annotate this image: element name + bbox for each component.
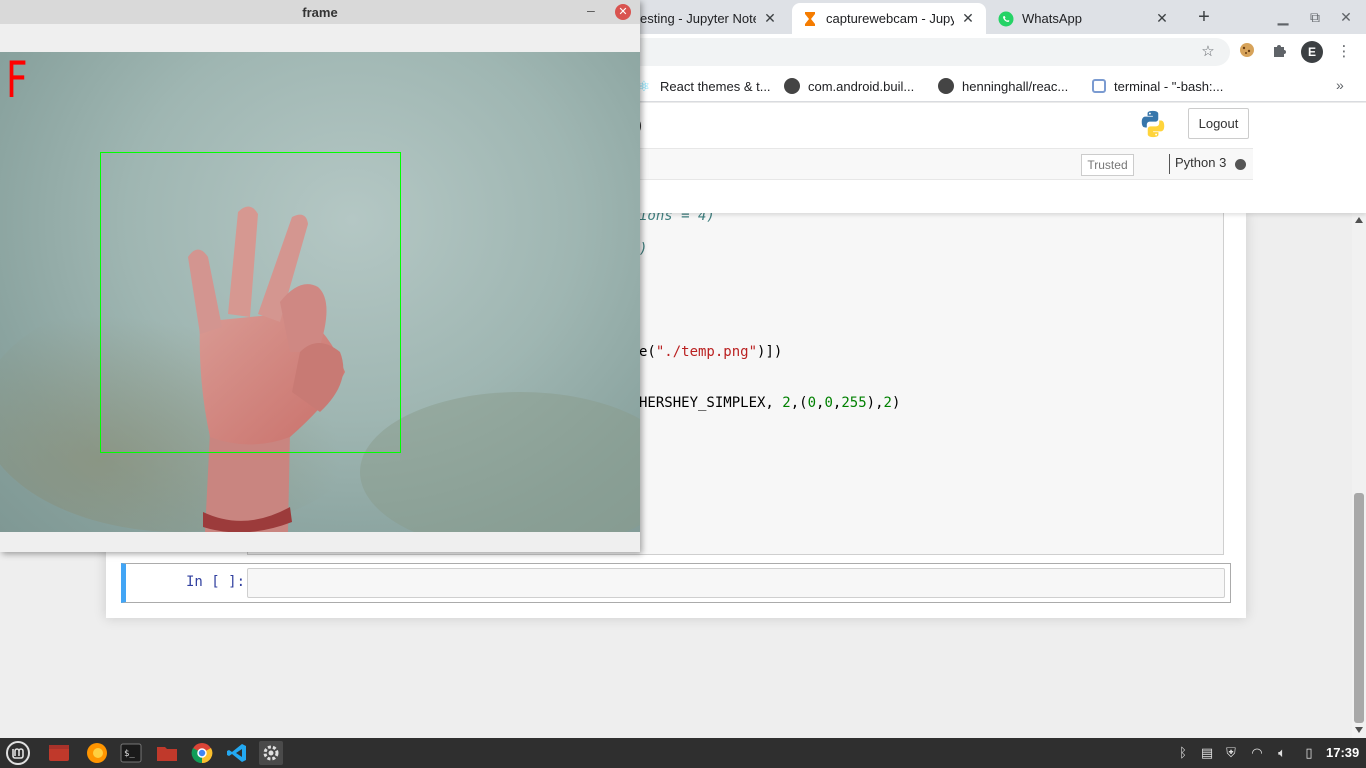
code-number: 0 — [824, 395, 833, 411]
tab-testing-jupyter[interactable]: esting - Jupyter Notel ✕ — [630, 3, 788, 34]
bookmark-com-android[interactable]: com.android.buil... — [784, 77, 914, 95]
code-token: HERSHEY_SIMPLEX, — [639, 395, 783, 411]
extensions-puzzle-icon[interactable] — [1270, 42, 1290, 62]
python-logo-icon — [1141, 110, 1165, 138]
bookmark-label: terminal - "-bash:... — [1114, 78, 1224, 94]
code-number: 2 — [782, 395, 791, 411]
chrome-icon[interactable] — [190, 741, 214, 765]
tab-capturewebcam[interactable]: capturewebcam - Jupy ✕ — [792, 3, 986, 34]
tab-label: esting - Jupyter Notel — [640, 11, 756, 26]
code-token: ) — [891, 395, 901, 411]
cell-editor[interactable] — [247, 568, 1225, 598]
cv-close-icon[interactable]: ✕ — [615, 4, 631, 20]
tab-label: WhatsApp — [1022, 11, 1082, 26]
bookmark-label: com.android.buil... — [808, 78, 915, 94]
bookmark-terminal[interactable]: terminal - "-bash:... — [1092, 77, 1223, 95]
scroll-up-icon[interactable] — [1355, 217, 1363, 223]
new-tab-button[interactable]: + — [1193, 6, 1215, 28]
bookmark-react-themes[interactable]: ⚛ React themes & t... — [636, 77, 771, 95]
page-scrollbar[interactable] — [1352, 213, 1366, 738]
bookmark-star-icon[interactable]: ☆ — [1198, 42, 1218, 62]
code-line: ) — [639, 241, 648, 257]
roi-bounding-box — [100, 152, 401, 453]
code-token: ,( — [790, 395, 808, 411]
code-line: e("./temp.png")]) — [639, 344, 782, 360]
code-string: "./temp.png" — [655, 344, 758, 360]
code-number: 255 — [841, 395, 867, 411]
clock[interactable]: 17:39 — [1326, 745, 1359, 760]
code-number: 2 — [883, 395, 892, 411]
terminal-icon — [1092, 79, 1106, 93]
code-token: ), — [866, 395, 884, 411]
github-icon — [938, 78, 954, 94]
hourglass-icon — [805, 11, 815, 26]
bookmarks-overflow-icon[interactable]: » — [1336, 77, 1344, 93]
prediction-letter: F — [6, 52, 28, 109]
cv-statusbar — [0, 532, 640, 552]
cookie-extension-icon[interactable] — [1237, 42, 1257, 62]
window-close-icon[interactable]: ✕ — [1336, 7, 1356, 27]
clipboard-icon[interactable]: ▤ — [1198, 744, 1216, 762]
tab-whatsapp[interactable]: WhatsApp ✕ — [988, 3, 1180, 34]
bookmark-label: henninghall/reac... — [962, 78, 1069, 94]
cv-toolbar — [0, 24, 640, 52]
github-icon — [784, 78, 800, 94]
new-code-cell[interactable]: In [ ]: — [121, 563, 1231, 603]
shield-icon[interactable]: ⛨ — [1222, 744, 1240, 762]
webcam-frame: F — [0, 52, 640, 532]
taskbar: $_ ᛒ ▤ ⛨ ◠ 🔈︎ ▯ 17:39 — [0, 738, 1366, 768]
wifi-icon[interactable]: ◠ — [1248, 744, 1266, 762]
cv-window-title: frame — [302, 5, 338, 20]
whatsapp-icon — [998, 11, 1014, 26]
address-bar[interactable] — [600, 38, 1230, 66]
show-desktop-icon[interactable] — [47, 741, 71, 765]
tab-close-icon[interactable]: ✕ — [960, 10, 976, 27]
settings-icon[interactable] — [259, 741, 283, 765]
volume-icon[interactable]: 🔈︎ — [1273, 744, 1291, 762]
scroll-thumb[interactable] — [1354, 493, 1364, 723]
logout-button[interactable]: Logout — [1188, 108, 1249, 139]
vscode-icon[interactable] — [225, 741, 249, 765]
trusted-indicator[interactable]: Trusted — [1081, 154, 1134, 176]
chrome-menu-icon[interactable]: ⋮ — [1334, 42, 1354, 62]
code-number: 0 — [807, 395, 817, 411]
window-minimize-icon[interactable]: ▁ — [1273, 7, 1293, 27]
scroll-down-icon[interactable] — [1355, 727, 1363, 733]
tab-close-icon[interactable]: ✕ — [762, 10, 778, 27]
code-line: HERSHEY_SIMPLEX, 2,(0,0,255),2) — [639, 395, 900, 411]
terminal-icon[interactable]: $_ — [119, 741, 143, 765]
files-icon[interactable] — [155, 741, 179, 765]
kernel-separator — [1169, 154, 1170, 174]
mint-menu-icon[interactable] — [6, 741, 30, 765]
bookmark-label: React themes & t... — [660, 78, 771, 94]
window-restore-icon[interactable]: ⧉ — [1305, 7, 1325, 27]
code-token: )]) — [757, 344, 783, 360]
kernel-name: Python 3 — [1175, 155, 1227, 170]
cv-minimize-icon[interactable]: – — [587, 2, 595, 18]
firefox-icon[interactable] — [85, 741, 109, 765]
tab-close-icon[interactable]: ✕ — [1154, 10, 1170, 27]
kernel-status-icon — [1235, 159, 1246, 170]
profile-avatar[interactable]: E — [1301, 41, 1323, 63]
cell-prompt: In [ ]: — [186, 574, 246, 590]
svg-text:$_: $_ — [124, 749, 135, 759]
cv-titlebar[interactable]: frame – ✕ — [0, 0, 640, 24]
code-token: e( — [639, 344, 656, 360]
tab-label: capturewebcam - Jupy — [826, 11, 954, 26]
bluetooth-icon[interactable]: ᛒ — [1174, 744, 1192, 762]
battery-icon[interactable]: ▯ — [1300, 744, 1318, 762]
bookmark-henninghall[interactable]: henninghall/reac... — [938, 77, 1068, 95]
opencv-frame-window: frame – ✕ F — [0, 0, 640, 552]
